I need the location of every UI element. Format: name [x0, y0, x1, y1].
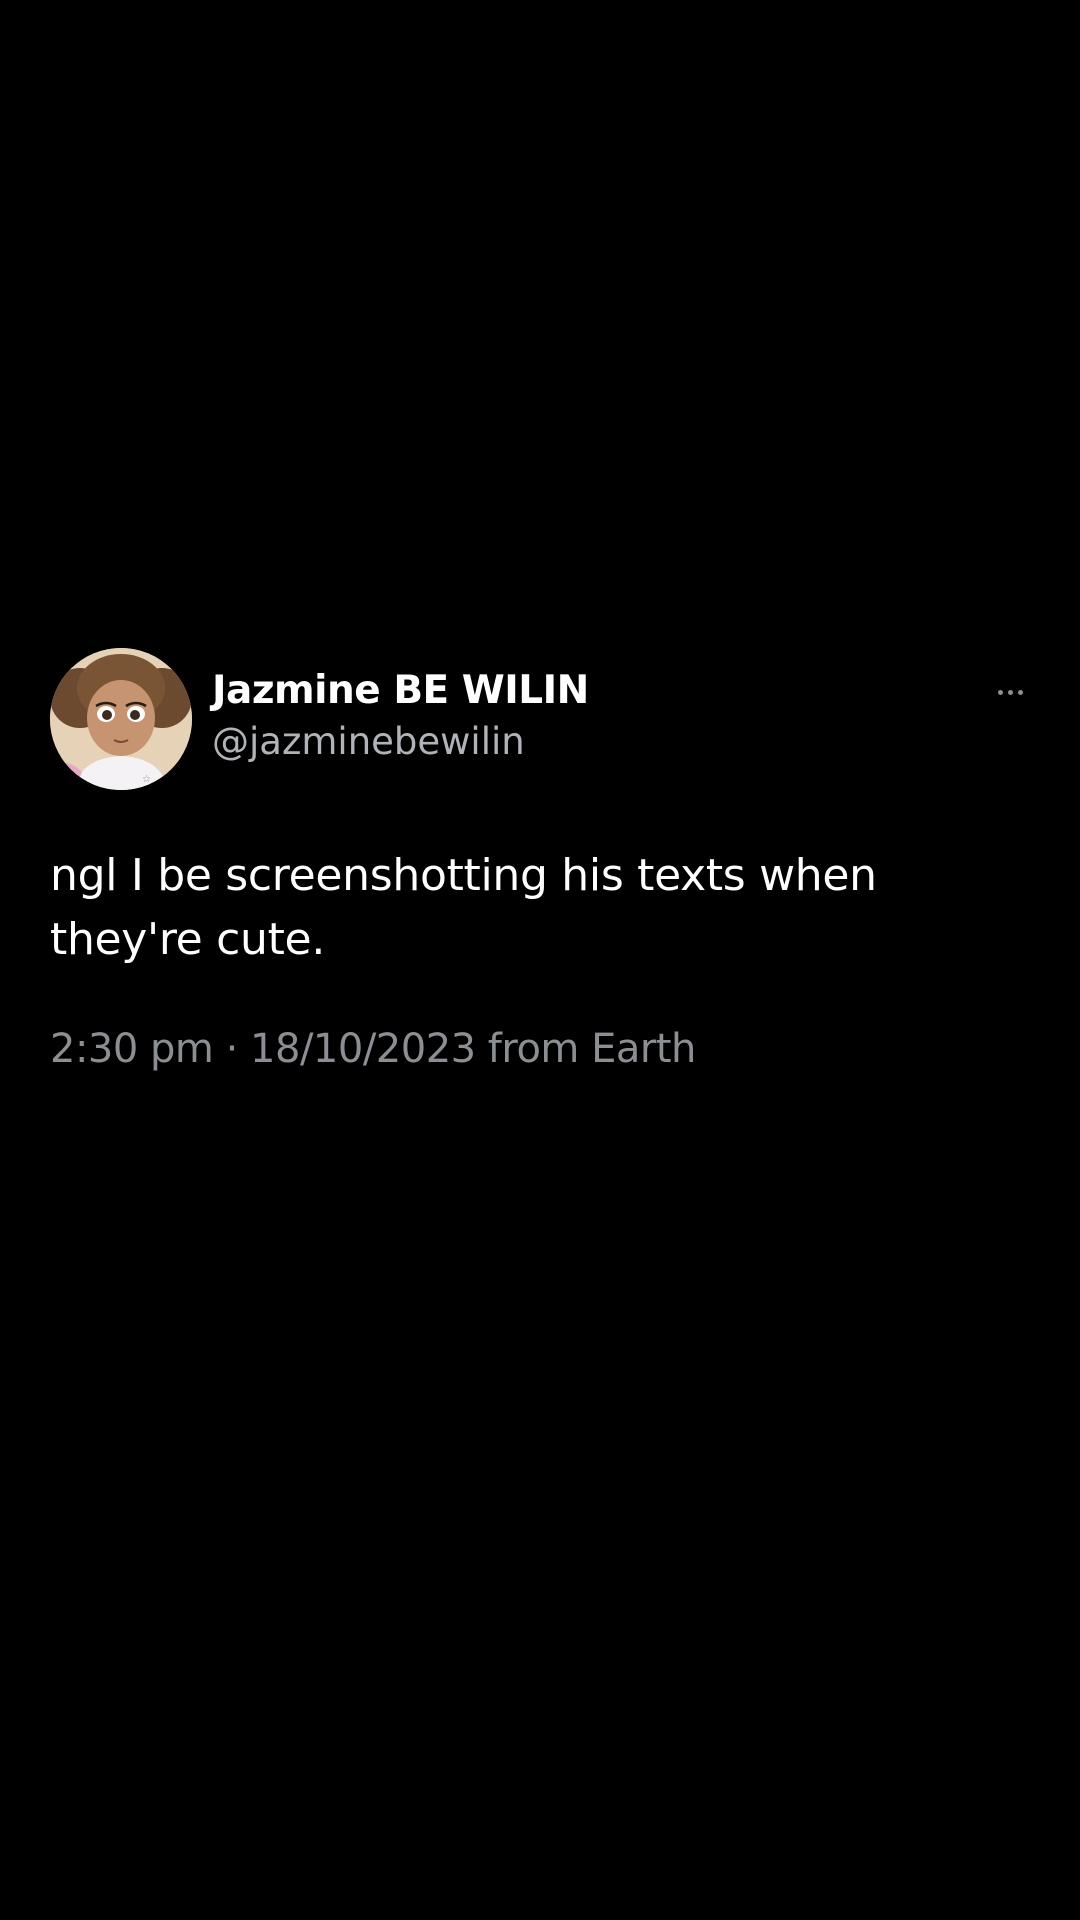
- more-dot: [1007, 689, 1013, 695]
- author-names: Jazmine BE WILIN @jazminebewilin: [212, 668, 589, 770]
- more-dot: [997, 689, 1003, 695]
- tweet-text: ngl I be screenshotting his texts when t…: [50, 850, 877, 965]
- avatar[interactable]: ☆: [50, 648, 192, 790]
- more-dot: [1017, 689, 1023, 695]
- more-options-icon[interactable]: [990, 684, 1030, 700]
- cartoon-girl-avatar-icon: ☆: [50, 648, 192, 790]
- display-name[interactable]: Jazmine BE WILIN: [212, 668, 589, 714]
- tweet-timestamp[interactable]: 2:30 pm · 18/10/2023 from Earth: [50, 1022, 1030, 1076]
- user-handle[interactable]: @jazminebewilin: [212, 714, 589, 770]
- tweet: ☆ Jazmine BE WILIN @jazminebewilin ngl I…: [50, 648, 1030, 1076]
- tweet-header: ☆ Jazmine BE WILIN @jazminebewilin: [50, 648, 1030, 792]
- svg-text:☆: ☆: [142, 774, 151, 785]
